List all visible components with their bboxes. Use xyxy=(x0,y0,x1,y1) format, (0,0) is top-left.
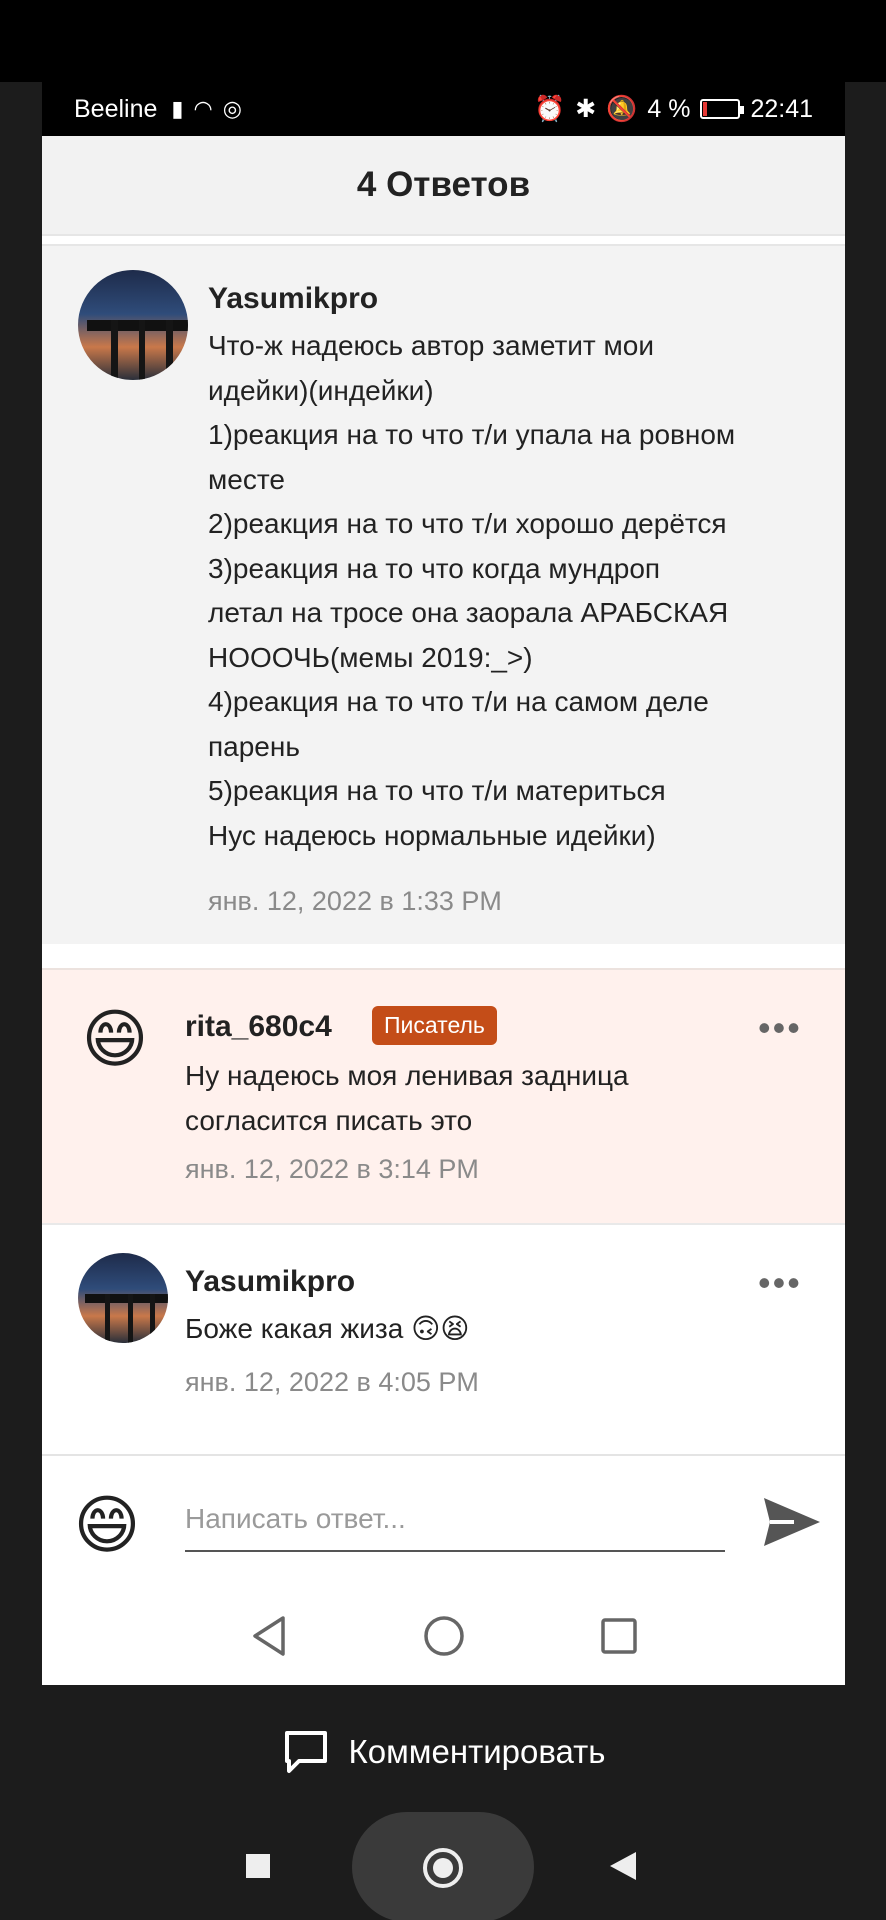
back-icon[interactable] xyxy=(249,1614,289,1658)
bluetooth-icon: ✱ xyxy=(575,95,597,123)
carrier-name: Beeline xyxy=(74,94,158,123)
comment-line: летал на тросе она заорала АРАБСКАЯ xyxy=(208,597,729,628)
comment-reply: Yasumikpro ••• Боже какая жиза 🙃😫 янв. 1… xyxy=(42,1223,845,1428)
comment-line: 2)реакция на то что т/и хорошо дерётся xyxy=(208,508,727,539)
comment-line: Что-ж надеюсь автор заметит мои xyxy=(208,330,654,361)
comment-button-label: Комментировать xyxy=(348,1733,606,1770)
comment-line: месте xyxy=(208,463,285,495)
top-black-bar xyxy=(0,0,886,82)
more-options-icon[interactable]: ••• xyxy=(758,1265,802,1301)
comment-button[interactable]: Комментировать xyxy=(0,1712,886,1792)
back-triangle-icon[interactable] xyxy=(608,1850,638,1882)
battery-percent: 4 % xyxy=(647,94,691,123)
comment-username[interactable]: rita_680c4 xyxy=(185,1010,332,1044)
comment-line: Нус надеюсь нормальные идейки) xyxy=(208,819,656,851)
stop-square-icon[interactable] xyxy=(244,1852,272,1880)
comment-body: Ну надеюсь моя ленивая задница согласитс… xyxy=(185,1054,805,1143)
comment-main: Yasumikpro Что-ж надеюсь автор заметит м… xyxy=(42,244,845,944)
comment-timestamp: янв. 12, 2022 в 4:05 PM xyxy=(185,1367,479,1397)
more-options-icon[interactable]: ••• xyxy=(758,1010,802,1046)
my-avatar: 😄 xyxy=(73,1489,141,1561)
android-nav-bar xyxy=(42,1586,845,1685)
hotspot-icon: ◎ xyxy=(222,96,242,121)
reply-input[interactable] xyxy=(185,1488,725,1552)
comment-line: согласится писать это xyxy=(185,1104,473,1136)
avatar-rita[interactable]: 😄 xyxy=(70,994,160,1084)
writer-badge: Писатель xyxy=(372,1006,497,1045)
comment-line: парень xyxy=(208,730,300,762)
comment-line: 4)реакция на то что т/и на самом деле xyxy=(208,686,709,717)
comment-line: НОООЧЬ(мемы 2019:_>) xyxy=(208,641,533,673)
comment-body: Что-ж надеюсь автор заметит мои идейки)(… xyxy=(208,324,828,858)
recents-icon[interactable] xyxy=(599,1616,639,1656)
comment-line: идейки)(индейки) xyxy=(208,374,434,406)
alarm-icon: ⏰ xyxy=(534,94,566,123)
battery-icon xyxy=(700,99,745,119)
system-nav-bar xyxy=(0,1810,886,1920)
comment-timestamp: янв. 12, 2022 в 3:14 PM xyxy=(185,1154,479,1184)
mute-icon: 🔕 xyxy=(606,94,638,123)
comment-icon xyxy=(284,1731,327,1773)
home-circle-icon[interactable] xyxy=(421,1846,465,1890)
replies-header: 4 Ответов xyxy=(42,136,845,236)
status-bar: Beeline ▮ ◠ ◎ ⏰ ✱ 🔕 4 % 22:41 xyxy=(42,82,845,136)
send-icon[interactable] xyxy=(760,1492,824,1552)
comment-body: Боже какая жиза 🙃😫 xyxy=(185,1313,470,1344)
avatar-yasumikpro[interactable] xyxy=(78,1253,168,1343)
wifi-icon: ◠ xyxy=(193,96,213,121)
reply-bar: 😄 xyxy=(42,1454,845,1586)
comment-reply-writer: 😄 rita_680c4 Писатель ••• Ну надеюсь моя… xyxy=(42,968,845,1223)
comment-username[interactable]: Yasumikpro xyxy=(185,1265,355,1299)
comment-line: 5)реакция на то что т/и материться xyxy=(208,775,666,806)
home-icon[interactable] xyxy=(422,1614,466,1658)
comment-line: 3)реакция на то что когда мундроп xyxy=(208,552,661,584)
page-title: 4 Ответов xyxy=(356,165,531,204)
comment-username[interactable]: Yasumikpro xyxy=(208,282,378,316)
comment-line: Ну надеюсь моя ленивая задница xyxy=(185,1060,629,1091)
signal-icon: ▮ xyxy=(171,96,184,121)
comment-timestamp: янв. 12, 2022 в 1:33 PM xyxy=(208,886,502,916)
clock: 22:41 xyxy=(750,94,813,123)
phone-screen: Beeline ▮ ◠ ◎ ⏰ ✱ 🔕 4 % 22:41 4 Ответов … xyxy=(42,82,845,1685)
avatar-yasumikpro[interactable] xyxy=(78,270,188,380)
comment-line: 1)реакция на то что т/и упала на ровном xyxy=(208,419,736,450)
